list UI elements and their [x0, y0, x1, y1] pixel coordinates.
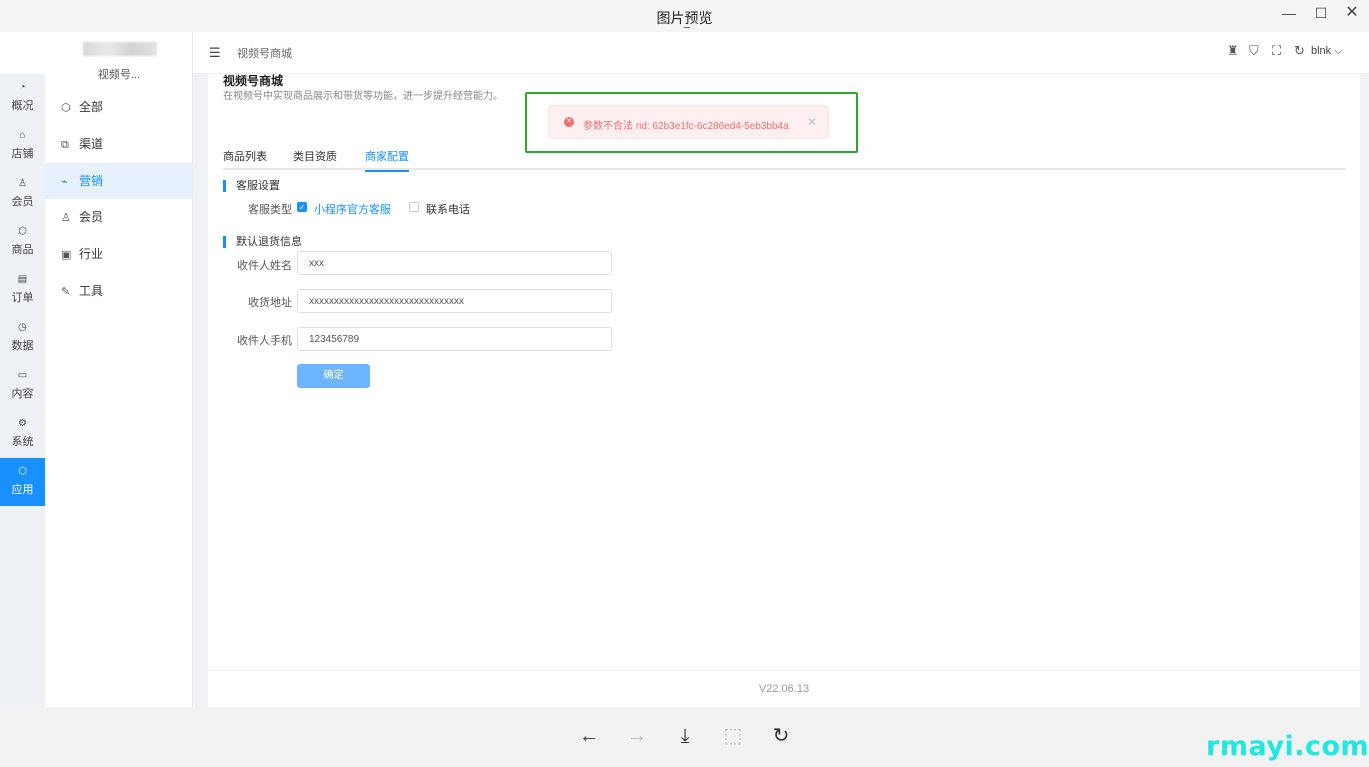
tab-merchant-config[interactable]: 商家配置 [365, 148, 409, 172]
rotate-icon[interactable]: ↻ [768, 723, 794, 749]
submenu-item-channels[interactable]: ⧉ 渠道 [45, 126, 193, 162]
tab-product-list[interactable]: 商品列表 [223, 148, 267, 170]
miniprogram-service-label[interactable]: 小程序官方客服 [314, 201, 391, 217]
annotation-highlight-box [525, 92, 858, 153]
submenu-item-label: 营销 [79, 174, 104, 188]
submenu-item-label: 会员 [79, 210, 104, 224]
config-card: 商品列表 类目资质 商家配置 客服设置 客服类型 ✓ 小程序官方客服 联系电话 … [208, 126, 1360, 671]
address-input[interactable] [297, 289, 612, 313]
rail-item-label: 数据 [11, 340, 34, 352]
rail-item-orders[interactable]: ▤ 订单 [0, 266, 45, 314]
gear-icon: ⚙ [18, 418, 27, 429]
menu-toggle-icon[interactable]: ☰ [209, 45, 221, 61]
store-icon: ⌂ [19, 130, 26, 141]
rail-item-members[interactable]: ♙ 会员 [0, 170, 45, 218]
rail-item-label: 订单 [11, 292, 34, 304]
submenu-item-label: 工具 [79, 284, 104, 298]
shop-avatar-blurred [83, 42, 157, 56]
bell-icon[interactable]: ♜ [1227, 43, 1239, 59]
submenu-item-label: 渠道 [79, 137, 104, 151]
briefcase-icon: ▣ [61, 249, 72, 261]
phone-contact-label[interactable]: 联系电话 [426, 201, 470, 217]
rail-item-label: 会员 [11, 196, 34, 208]
miniprogram-service-checkbox[interactable]: ✓ [297, 202, 307, 212]
confirm-button[interactable]: 确定 [297, 364, 370, 388]
folder-icon: ▭ [17, 370, 28, 381]
submenu-item-industry[interactable]: ▣ 行业 [45, 236, 193, 272]
box-icon: ⬡ [18, 226, 27, 237]
rail-item-overview[interactable]: ◔ 概况 [0, 74, 45, 122]
rail-item-label: 系统 [11, 436, 34, 448]
viewer-title-bar: 图片预览 — ☐ ✕ [0, 0, 1369, 32]
recipient-name-input[interactable] [297, 251, 612, 275]
title-divider [684, 27, 690, 28]
rail-item-label: 概况 [11, 100, 34, 112]
rail-item-label: 内容 [11, 388, 34, 400]
minimize-icon[interactable]: — [1277, 4, 1301, 22]
recipient-phone-label: 收件人手机 [237, 335, 292, 347]
submenu-item-label: 行业 [79, 247, 104, 261]
download-icon[interactable]: ⤓ [672, 723, 698, 749]
rail-item-data[interactable]: ◷ 数据 [0, 314, 45, 362]
wrench-icon: ✎ [61, 286, 71, 298]
address-label: 收货地址 [248, 297, 292, 309]
cube-icon: ⬡ [61, 102, 71, 114]
page-footer: V22.06.13 [208, 670, 1360, 707]
service-type-label: 客服类型 [248, 204, 292, 216]
shirt-icon[interactable]: ⛉ [1249, 43, 1259, 59]
submenu-item-label: 全部 [79, 100, 104, 114]
rail-item-store[interactable]: ⌂ 店铺 [0, 122, 45, 170]
rail-item-label: 应用 [11, 484, 34, 496]
channel-icon: ⧉ [61, 139, 69, 151]
main-nav-rail: ◔ 概况 ⌂ 店铺 ♙ 会员 ⬡ 商品 ▤ 订单 ◷ 数据 ▭ 内容 ⚙ 系统 [0, 32, 45, 707]
fullscreen-icon[interactable]: ⛶ [1272, 43, 1281, 59]
return-section-title: 默认退货信息 [223, 236, 302, 248]
forward-arrow-icon[interactable]: → [624, 723, 650, 749]
viewer-title: 图片预览 [656, 10, 713, 26]
viewer-toolbar: ← → ⤓ ⬚ ↻ rmayi.com [0, 707, 1369, 767]
fit-screen-icon[interactable]: ⬚ [720, 723, 746, 749]
watermark-text: rmayi.com [1206, 731, 1369, 762]
apps-icon: ⬡ [18, 466, 27, 477]
shop-name: 视频号... [97, 69, 141, 81]
rail-item-label: 店铺 [11, 148, 34, 160]
recipient-name-label: 收件人姓名 [237, 260, 292, 272]
submenu-item-all[interactable]: ⬡ 全部 [45, 89, 193, 125]
dashboard-icon: ◔ [19, 82, 26, 93]
service-section-title: 客服设置 [223, 180, 280, 192]
user-icon: ♙ [18, 178, 27, 189]
rail-item-system[interactable]: ⚙ 系统 [0, 410, 45, 458]
rail-item-apps[interactable]: ⬡ 应用 [0, 458, 45, 506]
app-submenu: 视频号... ⬡ 全部 ⧉ 渠道 ⌁ 营销 ♙ 会员 ▣ 行业 ✎ 工具 [45, 32, 193, 707]
rail-item-products[interactable]: ⬡ 商品 [0, 218, 45, 266]
app-screenshot: ◔ 概况 ⌂ 店铺 ♙ 会员 ⬡ 商品 ▤ 订单 ◷ 数据 ▭ 内容 ⚙ 系统 [0, 32, 1369, 707]
close-icon[interactable]: ✕ [1340, 4, 1364, 22]
tab-category-qualification[interactable]: 类目资质 [293, 148, 337, 170]
trend-chart-icon: ⌁ [61, 176, 68, 188]
page-description: 在视频号中实现商品展示和带货等功能，进一步提升经营能力。 [223, 91, 503, 102]
submenu-item-marketing[interactable]: ⌁ 营销 [45, 163, 193, 199]
submenu-item-tools[interactable]: ✎ 工具 [45, 273, 193, 309]
phone-contact-checkbox[interactable] [409, 202, 419, 212]
version-label: V22.06.13 [758, 683, 810, 695]
clipboard-icon: ▤ [17, 274, 28, 285]
app-top-bar: ☰ 视频号商城 ♜ ⛉ ⛶ ↻ blnk ⌵ [193, 32, 1369, 74]
rail-item-content[interactable]: ▭ 内容 [0, 362, 45, 410]
user-menu[interactable]: blnk ⌵ [1311, 45, 1343, 58]
rail-logo-area [0, 32, 45, 74]
refresh-icon[interactable]: ↻ [1294, 43, 1305, 59]
breadcrumb: 视频号商城 [237, 48, 292, 60]
submenu-item-members[interactable]: ♙ 会员 [45, 199, 193, 235]
user-icon: ♙ [61, 212, 71, 224]
rail-item-label: 商品 [11, 244, 34, 256]
back-arrow-icon[interactable]: ← [576, 723, 602, 749]
recipient-phone-input[interactable] [297, 327, 612, 351]
maximize-icon[interactable]: ☐ [1309, 4, 1333, 22]
pie-chart-icon: ◷ [18, 322, 27, 333]
